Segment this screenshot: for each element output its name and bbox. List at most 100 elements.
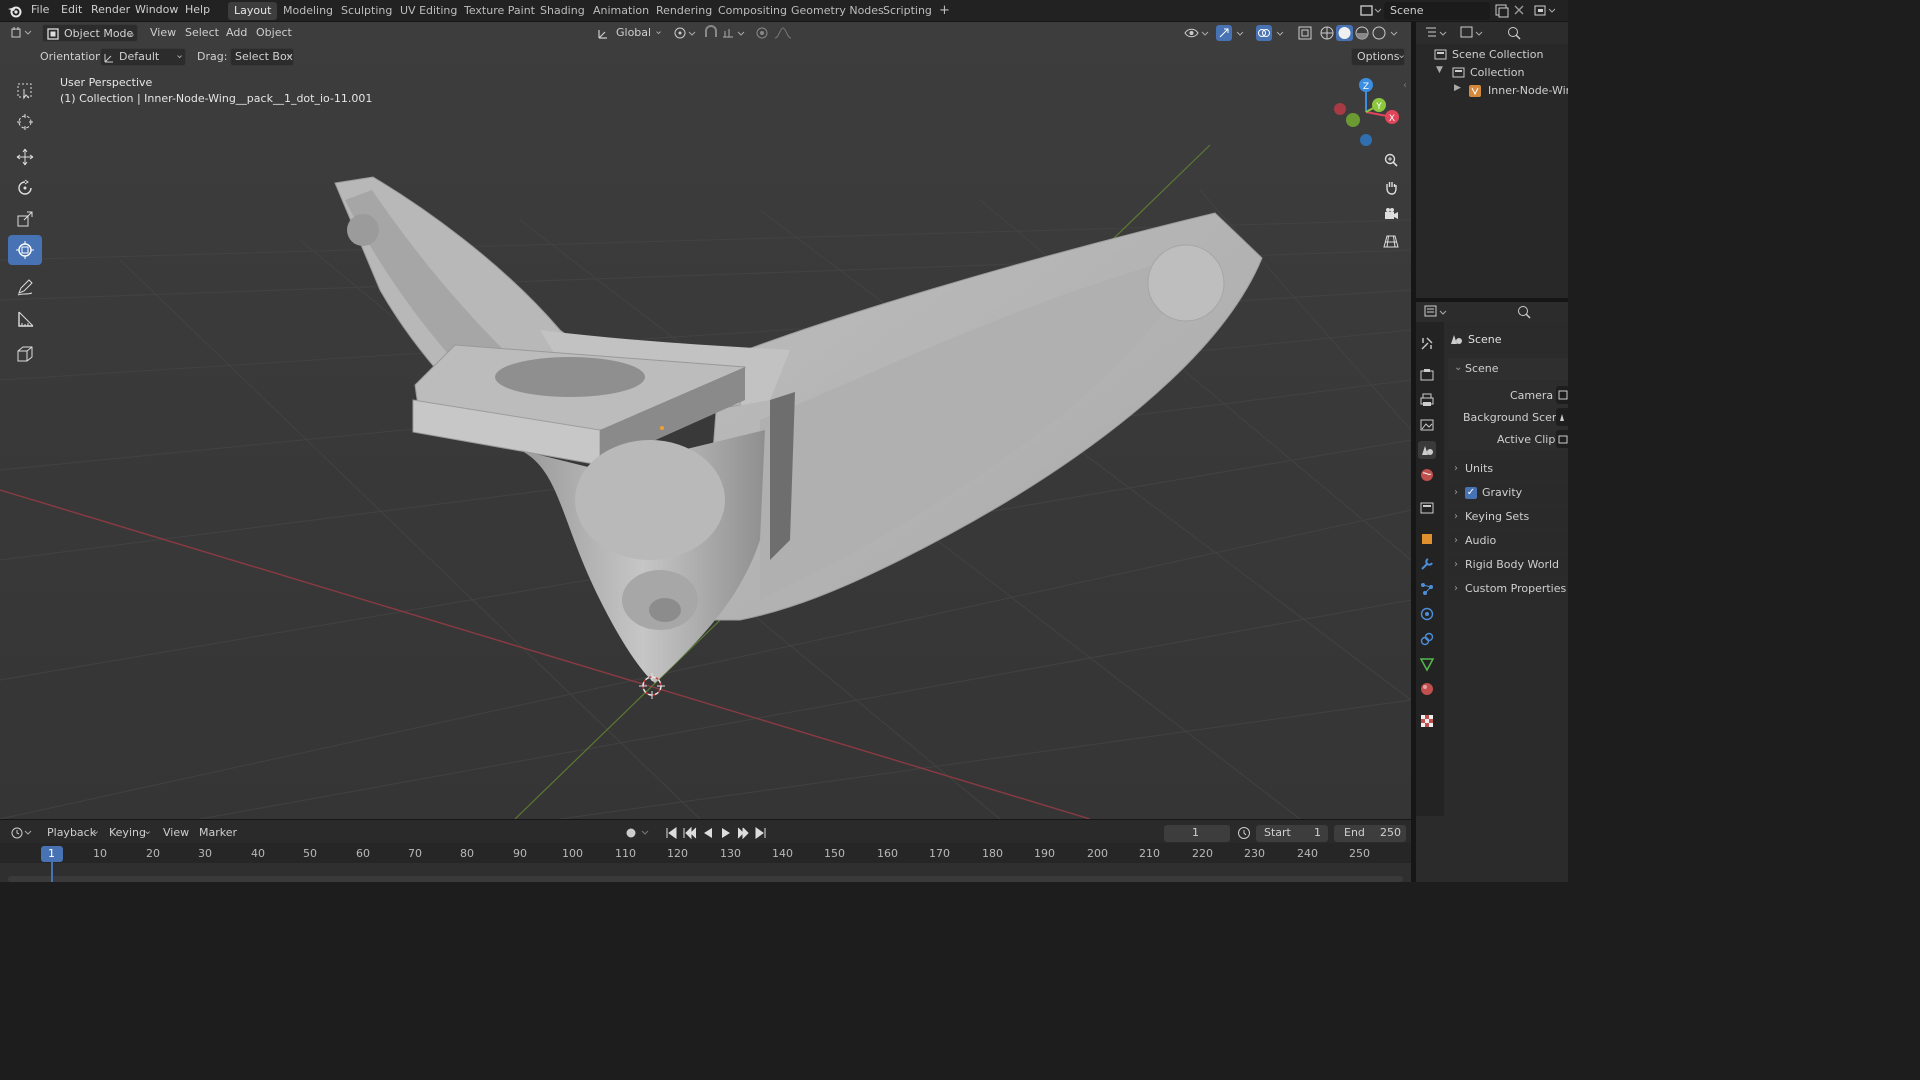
end-frame-field[interactable]: End 250	[1334, 825, 1406, 842]
snap-icon[interactable]	[703, 25, 719, 41]
new-scene-icon[interactable]	[1494, 3, 1510, 19]
cursor-tool[interactable]	[8, 107, 42, 137]
texture-properties-tab[interactable]	[1418, 712, 1436, 730]
timeline-menu-keying[interactable]: Keying	[109, 826, 146, 839]
properties-search-icon[interactable]	[1516, 304, 1532, 320]
tab-animation[interactable]: Animation	[587, 2, 655, 20]
tab-modeling[interactable]: Modeling	[277, 2, 339, 20]
timeline-editor-icon[interactable]	[10, 826, 36, 840]
tab-uv-editing[interactable]: UV Editing	[394, 2, 463, 20]
scene-selector-icon[interactable]	[1360, 4, 1382, 18]
tab-scripting[interactable]: Scripting	[877, 2, 938, 20]
properties-editor-icon[interactable]	[1424, 304, 1450, 320]
scene-name-field[interactable]: Scene	[1384, 2, 1490, 20]
delete-scene-icon[interactable]	[1513, 4, 1525, 16]
tab-geometry-nodes[interactable]: Geometry Nodes	[785, 2, 890, 20]
menu-window[interactable]: Window	[135, 3, 178, 16]
collapse-arrow-icon[interactable]: ▶	[1454, 83, 1461, 93]
navigation-gizmo[interactable]: Z X Y	[1326, 72, 1402, 152]
keying-sets-panel-header[interactable]: › Keying Sets	[1448, 506, 1568, 528]
perspective-toggle-button[interactable]	[1378, 228, 1404, 254]
preview-range-clock-icon[interactable]	[1236, 825, 1252, 841]
physics-properties-tab[interactable]	[1418, 605, 1436, 623]
annotate-tool[interactable]	[8, 272, 42, 302]
playhead-handle[interactable]: 1	[41, 846, 63, 862]
tab-shading[interactable]: Shading	[534, 2, 591, 20]
outliner-row-scene-collection[interactable]: Scene Collection	[1416, 46, 1568, 64]
custom-properties-panel-header[interactable]: › Custom Properties	[1448, 578, 1568, 600]
camera-field[interactable]	[1556, 386, 1568, 404]
constraints-properties-tab[interactable]	[1418, 630, 1436, 648]
blender-logo-icon[interactable]	[7, 3, 23, 19]
pivot-point-icon[interactable]	[672, 25, 698, 41]
object-visibility-icon[interactable]	[1183, 25, 1211, 41]
scene-properties-tab[interactable]	[1418, 441, 1436, 459]
tab-rendering[interactable]: Rendering	[650, 2, 718, 20]
zoom-view-button[interactable]	[1378, 147, 1404, 173]
playback-controls[interactable]	[664, 825, 768, 841]
auto-keying-icon[interactable]	[624, 826, 654, 840]
expand-arrow-icon[interactable]: ▼	[1436, 65, 1443, 75]
xray-toggle-icon[interactable]	[1297, 25, 1313, 41]
outliner-editor-icon[interactable]	[1424, 25, 1450, 41]
start-frame-field[interactable]: Start 1	[1256, 825, 1328, 842]
tab-sculpting[interactable]: Sculpting	[335, 2, 398, 20]
tool-properties-tab[interactable]	[1418, 334, 1436, 352]
data-properties-tab[interactable]	[1418, 655, 1436, 673]
timeline-menu-view[interactable]: View	[163, 826, 189, 839]
gravity-checkbox[interactable]: ✓	[1465, 487, 1477, 499]
particles-properties-tab[interactable]	[1418, 580, 1436, 598]
camera-view-button[interactable]	[1378, 201, 1404, 227]
pan-view-button[interactable]	[1378, 174, 1404, 200]
viewport-menu-view[interactable]: View	[150, 26, 176, 39]
view-layer-properties-tab[interactable]	[1418, 416, 1436, 434]
tab-texture-paint[interactable]: Texture Paint	[458, 2, 541, 20]
outliner-row-collection[interactable]: ▼ Collection	[1416, 64, 1568, 82]
snap-target-icon[interactable]	[721, 25, 747, 41]
output-properties-tab[interactable]	[1418, 391, 1436, 409]
sidebar-toggle-arrow[interactable]: ‹	[1403, 80, 1407, 91]
material-properties-tab[interactable]	[1418, 680, 1436, 698]
drag-selector[interactable]: Select Box ⌄	[230, 48, 294, 66]
current-frame-field[interactable]: 1	[1164, 825, 1230, 842]
tab-layout[interactable]: Layout	[228, 2, 278, 20]
editor-type-icon[interactable]	[10, 26, 36, 40]
3d-viewport[interactable]: Object Mode ⌄ View Select Add Object Glo…	[0, 22, 1411, 819]
add-workspace-button[interactable]: +	[933, 2, 956, 20]
transform-tool[interactable]	[8, 235, 42, 265]
world-properties-tab[interactable]	[1418, 466, 1436, 484]
menu-help[interactable]: Help	[185, 3, 210, 16]
measure-tool[interactable]	[8, 304, 42, 334]
outliner-row-object[interactable]: ▶ Inner-Node-Wing_	[1416, 82, 1568, 100]
active-clip-field[interactable]	[1556, 430, 1568, 448]
viewport-menu-object[interactable]: Object	[256, 26, 292, 39]
menu-render[interactable]: Render	[91, 3, 130, 16]
units-panel-header[interactable]: › Units	[1448, 458, 1568, 480]
viewport-menu-add[interactable]: Add	[226, 26, 247, 39]
orientation-selector[interactable]: Default ⌄	[100, 48, 186, 66]
add-cube-tool[interactable]	[8, 339, 42, 369]
rigid-body-world-panel-header[interactable]: › Rigid Body World	[1448, 554, 1568, 576]
select-box-tool[interactable]	[8, 76, 42, 106]
collection-properties-tab[interactable]	[1418, 499, 1436, 517]
menu-file[interactable]: File	[31, 3, 49, 16]
timeline-menu-playback[interactable]: Playback	[47, 826, 96, 839]
shading-mode-buttons[interactable]	[1319, 25, 1403, 41]
proportional-editing-icon[interactable]	[754, 25, 770, 41]
falloff-icon[interactable]	[773, 25, 793, 41]
background-scene-field[interactable]	[1556, 408, 1568, 426]
view-layer-icon[interactable]	[1534, 4, 1564, 18]
tab-compositing[interactable]: Compositing	[712, 2, 793, 20]
move-tool[interactable]	[8, 142, 42, 172]
overlays-toggle-icon[interactable]	[1256, 25, 1286, 41]
audio-panel-header[interactable]: › Audio	[1448, 530, 1568, 552]
options-dropdown[interactable]: Options ⌄	[1351, 48, 1406, 66]
viewport-menu-select[interactable]: Select	[185, 26, 219, 39]
object-properties-tab[interactable]	[1418, 530, 1436, 548]
timeline-scrollbar[interactable]	[8, 876, 1403, 882]
gravity-panel-header[interactable]: › ✓ Gravity	[1448, 482, 1568, 504]
outliner-search-icon[interactable]	[1506, 25, 1522, 41]
mode-selector[interactable]: Object Mode ⌄	[42, 24, 138, 42]
scale-tool[interactable]	[8, 204, 42, 234]
transform-orientation-selector[interactable]: Global ⌄	[594, 24, 664, 42]
